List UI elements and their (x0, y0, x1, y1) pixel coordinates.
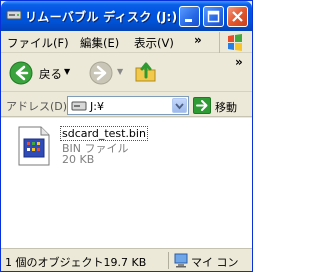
maximize-button[interactable] (203, 6, 224, 27)
address-dropdown-icon[interactable] (172, 98, 187, 113)
toolbar: 戻る ▼ ▼ » (1, 54, 252, 92)
forward-button[interactable]: ▼ (87, 59, 127, 87)
file-name[interactable]: sdcard_test.bin (60, 126, 148, 141)
window-title: リムーバブル ディスク (J:) (25, 10, 178, 24)
drive-icon (6, 8, 22, 22)
toolbar-overflow-chevron[interactable]: » (235, 55, 243, 69)
status-size: 19.7 KB (103, 256, 147, 269)
forward-dropdown-icon[interactable]: ▼ (117, 67, 123, 76)
back-arrow-icon (9, 61, 33, 85)
windows-logo-icon (219, 32, 249, 53)
close-button[interactable] (227, 6, 248, 27)
my-computer-icon (173, 252, 189, 268)
menu-bar: ファイル(F) 編集(E) 表示(V) » (1, 31, 252, 53)
menu-file[interactable]: ファイル(F) (7, 35, 69, 51)
title-bar[interactable]: リムーバブル ディスク (J:) (1, 1, 252, 31)
file-size: 20 KB (62, 153, 95, 166)
address-bar: アドレス(D) J:¥ 移動 (1, 93, 252, 117)
back-label: 戻る (39, 67, 62, 81)
go-button[interactable] (193, 97, 211, 114)
back-button[interactable]: 戻る ▼ (7, 59, 70, 87)
up-folder-icon (135, 62, 156, 82)
status-divider (168, 252, 169, 269)
menu-view[interactable]: 表示(V) (134, 35, 174, 51)
go-label[interactable]: 移動 (215, 99, 237, 115)
file-list-area[interactable]: sdcard_test.bin BIN ファイル 20 KB (1, 118, 252, 248)
minimize-button[interactable] (179, 6, 200, 27)
bin-file-icon[interactable] (17, 126, 51, 166)
status-object-count: 1 個のオブジェクト (5, 256, 104, 269)
address-input[interactable]: J:¥ (67, 96, 189, 115)
status-bar: 1 個のオブジェクト19.7 KB マイ コン (1, 248, 252, 271)
back-dropdown-icon[interactable]: ▼ (64, 67, 70, 76)
forward-arrow-icon (89, 61, 113, 85)
drive-small-icon (71, 101, 87, 111)
menu-edit[interactable]: 編集(E) (80, 35, 119, 51)
up-folder-button[interactable] (133, 59, 161, 87)
menu-overflow-chevron[interactable]: » (194, 33, 202, 47)
go-arrow-icon (196, 100, 208, 111)
status-zone: マイ コン (191, 256, 239, 269)
address-value: J:¥ (90, 100, 104, 113)
status-info: 1 個のオブジェクト19.7 KB (5, 254, 146, 270)
address-label: アドレス(D) (6, 100, 68, 113)
explorer-window: リムーバブル ディスク (J:) ファイル(F) 編集(E) 表示(V) » 戻… (0, 0, 253, 272)
